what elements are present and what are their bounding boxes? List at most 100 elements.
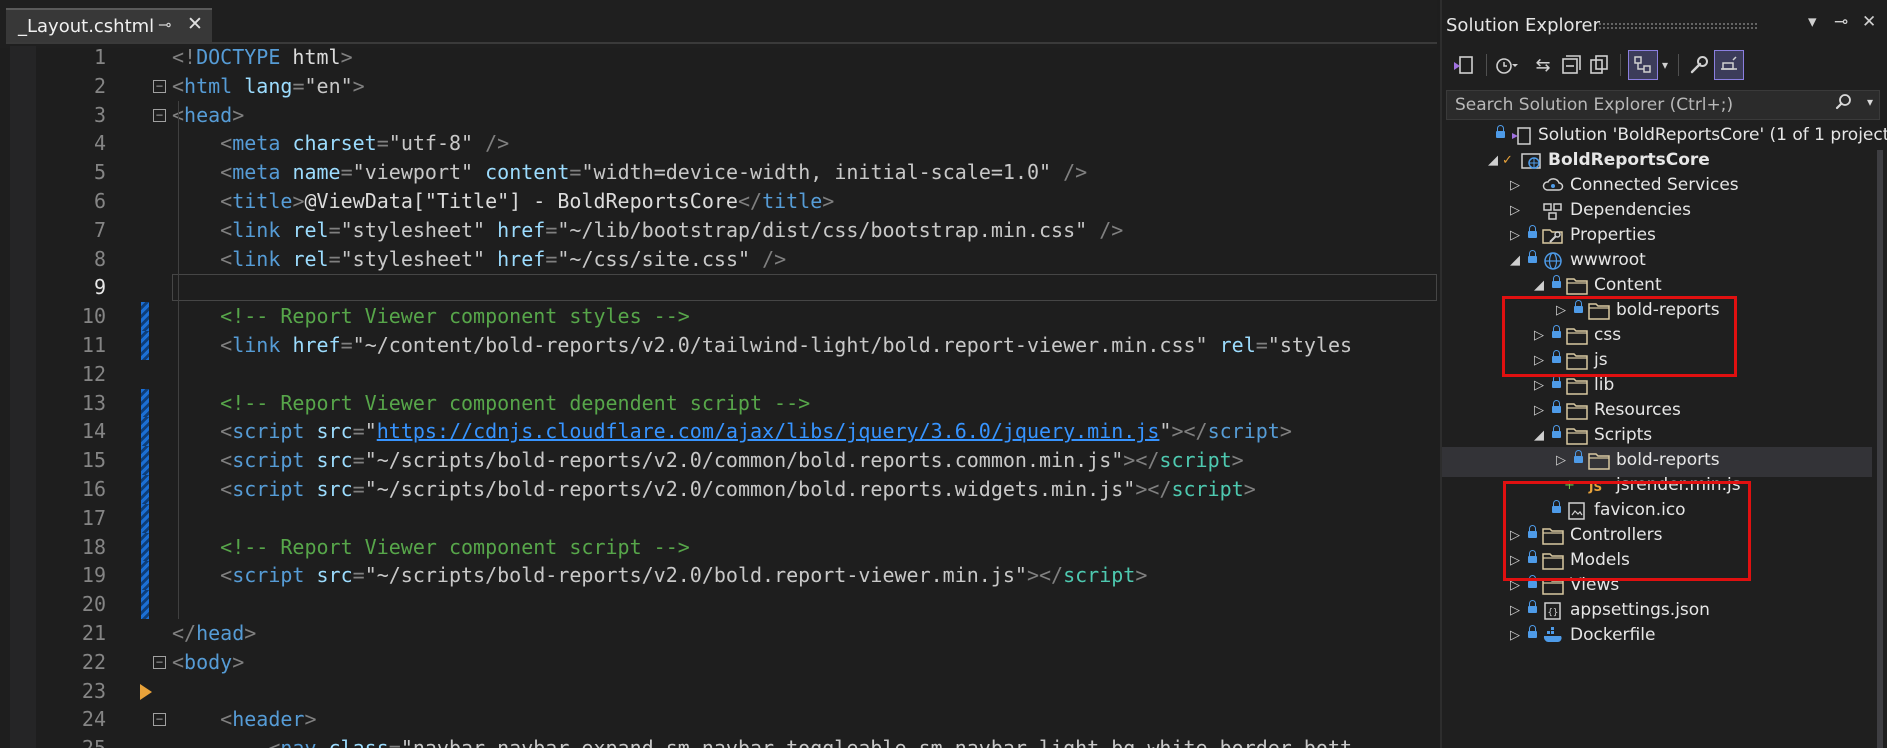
code-line[interactable]: 12 — [0, 360, 1437, 389]
folder-icon — [1566, 401, 1588, 421]
properties-wrench-icon[interactable] — [1684, 50, 1714, 80]
line-number: 20 — [81, 592, 106, 617]
expand-arrow-icon[interactable]: ▷ — [1556, 453, 1566, 468]
preview-selected-items-icon[interactable] — [1628, 50, 1658, 80]
line-number: 19 — [81, 563, 106, 588]
sync-with-active-document-icon[interactable]: ⇆ — [1528, 50, 1558, 80]
change-tracking-marker — [141, 302, 149, 332]
code-text: <link rel="stylesheet" href="~/lib/boots… — [220, 217, 1124, 242]
collapse-region-icon[interactable]: − — [153, 655, 166, 669]
tree-item-dockerfile[interactable]: ▷ Dockerfile — [1442, 622, 1872, 652]
code-line[interactable]: 15 <script src="~/scripts/bold-reports/v… — [0, 446, 1437, 476]
code-line[interactable]: 14 <script src="https://cdnjs.cloudflare… — [0, 417, 1437, 447]
code-line[interactable]: 18 <!-- Report Viewer component script -… — [0, 532, 1437, 562]
code-text: <html lang="en"> — [172, 73, 365, 98]
collapse-arrow-icon[interactable]: ◢ — [1510, 253, 1520, 268]
line-number: 13 — [81, 390, 106, 415]
search-options-dropdown-icon[interactable]: ▾ — [1867, 95, 1873, 109]
code-line[interactable]: 8 <link rel="stylesheet" href="~/css/sit… — [0, 245, 1437, 274]
lock-icon — [1552, 425, 1561, 441]
collapse-arrow-icon[interactable]: ◢ — [1488, 153, 1498, 168]
code-line[interactable]: 10 <!-- Report Viewer component styles -… — [0, 302, 1437, 332]
change-tracking-marker — [141, 330, 149, 360]
line-number: 2 — [93, 73, 106, 98]
drag-grip[interactable] — [1598, 22, 1758, 30]
tab-layout-cshtml[interactable]: _Layout.cshtml ⊸ ✕ — [6, 8, 212, 42]
quick-action-arrow-icon[interactable] — [140, 683, 152, 700]
code-line[interactable]: 1 <!DOCTYPE html> — [0, 43, 1437, 72]
code-text: <script src="~/scripts/bold-reports/v2.0… — [220, 448, 1244, 473]
code-line[interactable]: 3 −<head> — [0, 101, 1437, 130]
code-line[interactable]: 24 − <header> — [0, 705, 1437, 734]
tree-item-label: Properties — [1570, 225, 1656, 245]
expand-arrow-icon[interactable]: ▷ — [1534, 378, 1544, 393]
collapse-all-icon[interactable] — [1556, 50, 1586, 80]
toolbar-separator — [1486, 54, 1487, 76]
svg-text:{}: {} — [1548, 608, 1559, 618]
code-line[interactable]: 23 — [0, 677, 1437, 706]
pin-tab-icon[interactable]: ⊸ — [158, 15, 171, 34]
close-tab-icon[interactable]: ✕ — [187, 13, 203, 35]
search-solution-explorer-input[interactable]: Search Solution Explorer (Ctrl+;) ▾ — [1446, 90, 1880, 120]
line-number: 25 — [38, 734, 106, 748]
code-line[interactable]: 25 <nav class="navbar navbar-expand-sm n… — [0, 734, 1437, 748]
tree-item-label: Resources — [1594, 400, 1681, 420]
code-line[interactable]: 19 <script src="~/scripts/bold-reports/v… — [0, 561, 1437, 591]
code-line[interactable]: 21 </head> — [0, 619, 1437, 648]
close-panel-icon[interactable]: ✕ — [1862, 12, 1876, 32]
line-number: 22 — [81, 649, 106, 674]
code-line[interactable]: 7 <link rel="stylesheet" href="~/lib/boo… — [0, 216, 1437, 245]
auto-hide-pin-icon[interactable]: ⊸ — [1834, 12, 1848, 32]
code-line[interactable]: 17 — [0, 503, 1437, 533]
line-number: 8 — [93, 246, 106, 271]
code-line[interactable]: 5 <meta name="viewport" content="width=d… — [0, 158, 1437, 187]
code-line[interactable]: 2 − <html lang="en"> — [0, 72, 1437, 101]
code-line[interactable]: 13 <!-- Report Viewer component dependen… — [0, 388, 1437, 418]
tree-item-label: bold-reports — [1616, 450, 1720, 470]
expand-arrow-icon[interactable]: ▷ — [1510, 203, 1520, 218]
code-line[interactable]: 4 <meta charset="utf-8" /> — [0, 129, 1437, 158]
expand-arrow-icon[interactable]: ▷ — [1510, 603, 1520, 618]
expand-arrow-icon[interactable]: ▷ — [1510, 628, 1520, 643]
lock-icon — [1574, 450, 1583, 466]
code-line[interactable]: 6 <title>@ViewData["Title"] - BoldReport… — [0, 187, 1437, 216]
tab-filename: _Layout.cshtml — [18, 15, 155, 37]
docker-icon — [1542, 626, 1564, 646]
window-position-dropdown-icon[interactable]: ▾ — [1808, 12, 1817, 32]
expand-arrow-icon[interactable]: ▷ — [1534, 403, 1544, 418]
line-number: 18 — [81, 534, 106, 559]
json-file-icon: {} — [1542, 601, 1564, 621]
change-tracking-marker — [141, 532, 149, 562]
properties-icon — [1542, 226, 1564, 246]
code-line[interactable]: 20 — [0, 590, 1437, 620]
change-tracking-marker — [141, 474, 149, 504]
code-line[interactable]: 11 <link href="~/content/bold-reports/v2… — [0, 330, 1437, 360]
vertical-scrollbar[interactable] — [1877, 150, 1883, 748]
code-line[interactable]: 9 — [0, 273, 1437, 302]
line-number: 16 — [81, 476, 106, 501]
collapse-region-icon[interactable]: − — [153, 79, 166, 93]
code-area[interactable]: 1<!DOCTYPE html>2−<html lang="en">3−<hea… — [0, 43, 1437, 748]
code-line[interactable]: 16 <script src="~/scripts/bold-reports/v… — [0, 474, 1437, 504]
collapse-region-icon[interactable]: − — [153, 713, 166, 727]
expand-arrow-icon[interactable]: ▷ — [1510, 228, 1520, 243]
collapse-arrow-icon[interactable]: ◢ — [1534, 278, 1544, 293]
code-line[interactable]: 22 − <body> — [0, 648, 1437, 677]
panel-title: Solution Explorer — [1446, 14, 1600, 36]
switch-views-icon[interactable] — [1448, 50, 1478, 80]
collapse-region-icon[interactable]: − — [153, 108, 166, 122]
preview-pane-icon[interactable] — [1714, 50, 1744, 80]
line-number: 6 — [93, 188, 106, 213]
tree-options-dropdown-icon[interactable]: ▾ — [1656, 50, 1674, 80]
change-tracking-marker — [141, 446, 149, 476]
line-number: 17 — [81, 505, 106, 530]
line-number: 21 — [81, 620, 106, 645]
code-editor[interactable]: _Layout.cshtml ⊸ ✕ 1 <!DOCTYPE html> 2− <ht… — [0, 0, 1437, 748]
line-number: 12 — [81, 361, 106, 386]
collapse-arrow-icon[interactable]: ◢ — [1534, 428, 1544, 443]
checked-in-icon: ✓ — [1502, 153, 1513, 168]
search-icon[interactable] — [1835, 93, 1853, 116]
expand-arrow-icon[interactable]: ▷ — [1510, 178, 1520, 193]
pending-changes-filter-icon[interactable] — [1492, 50, 1522, 80]
show-all-files-icon[interactable] — [1584, 50, 1614, 80]
